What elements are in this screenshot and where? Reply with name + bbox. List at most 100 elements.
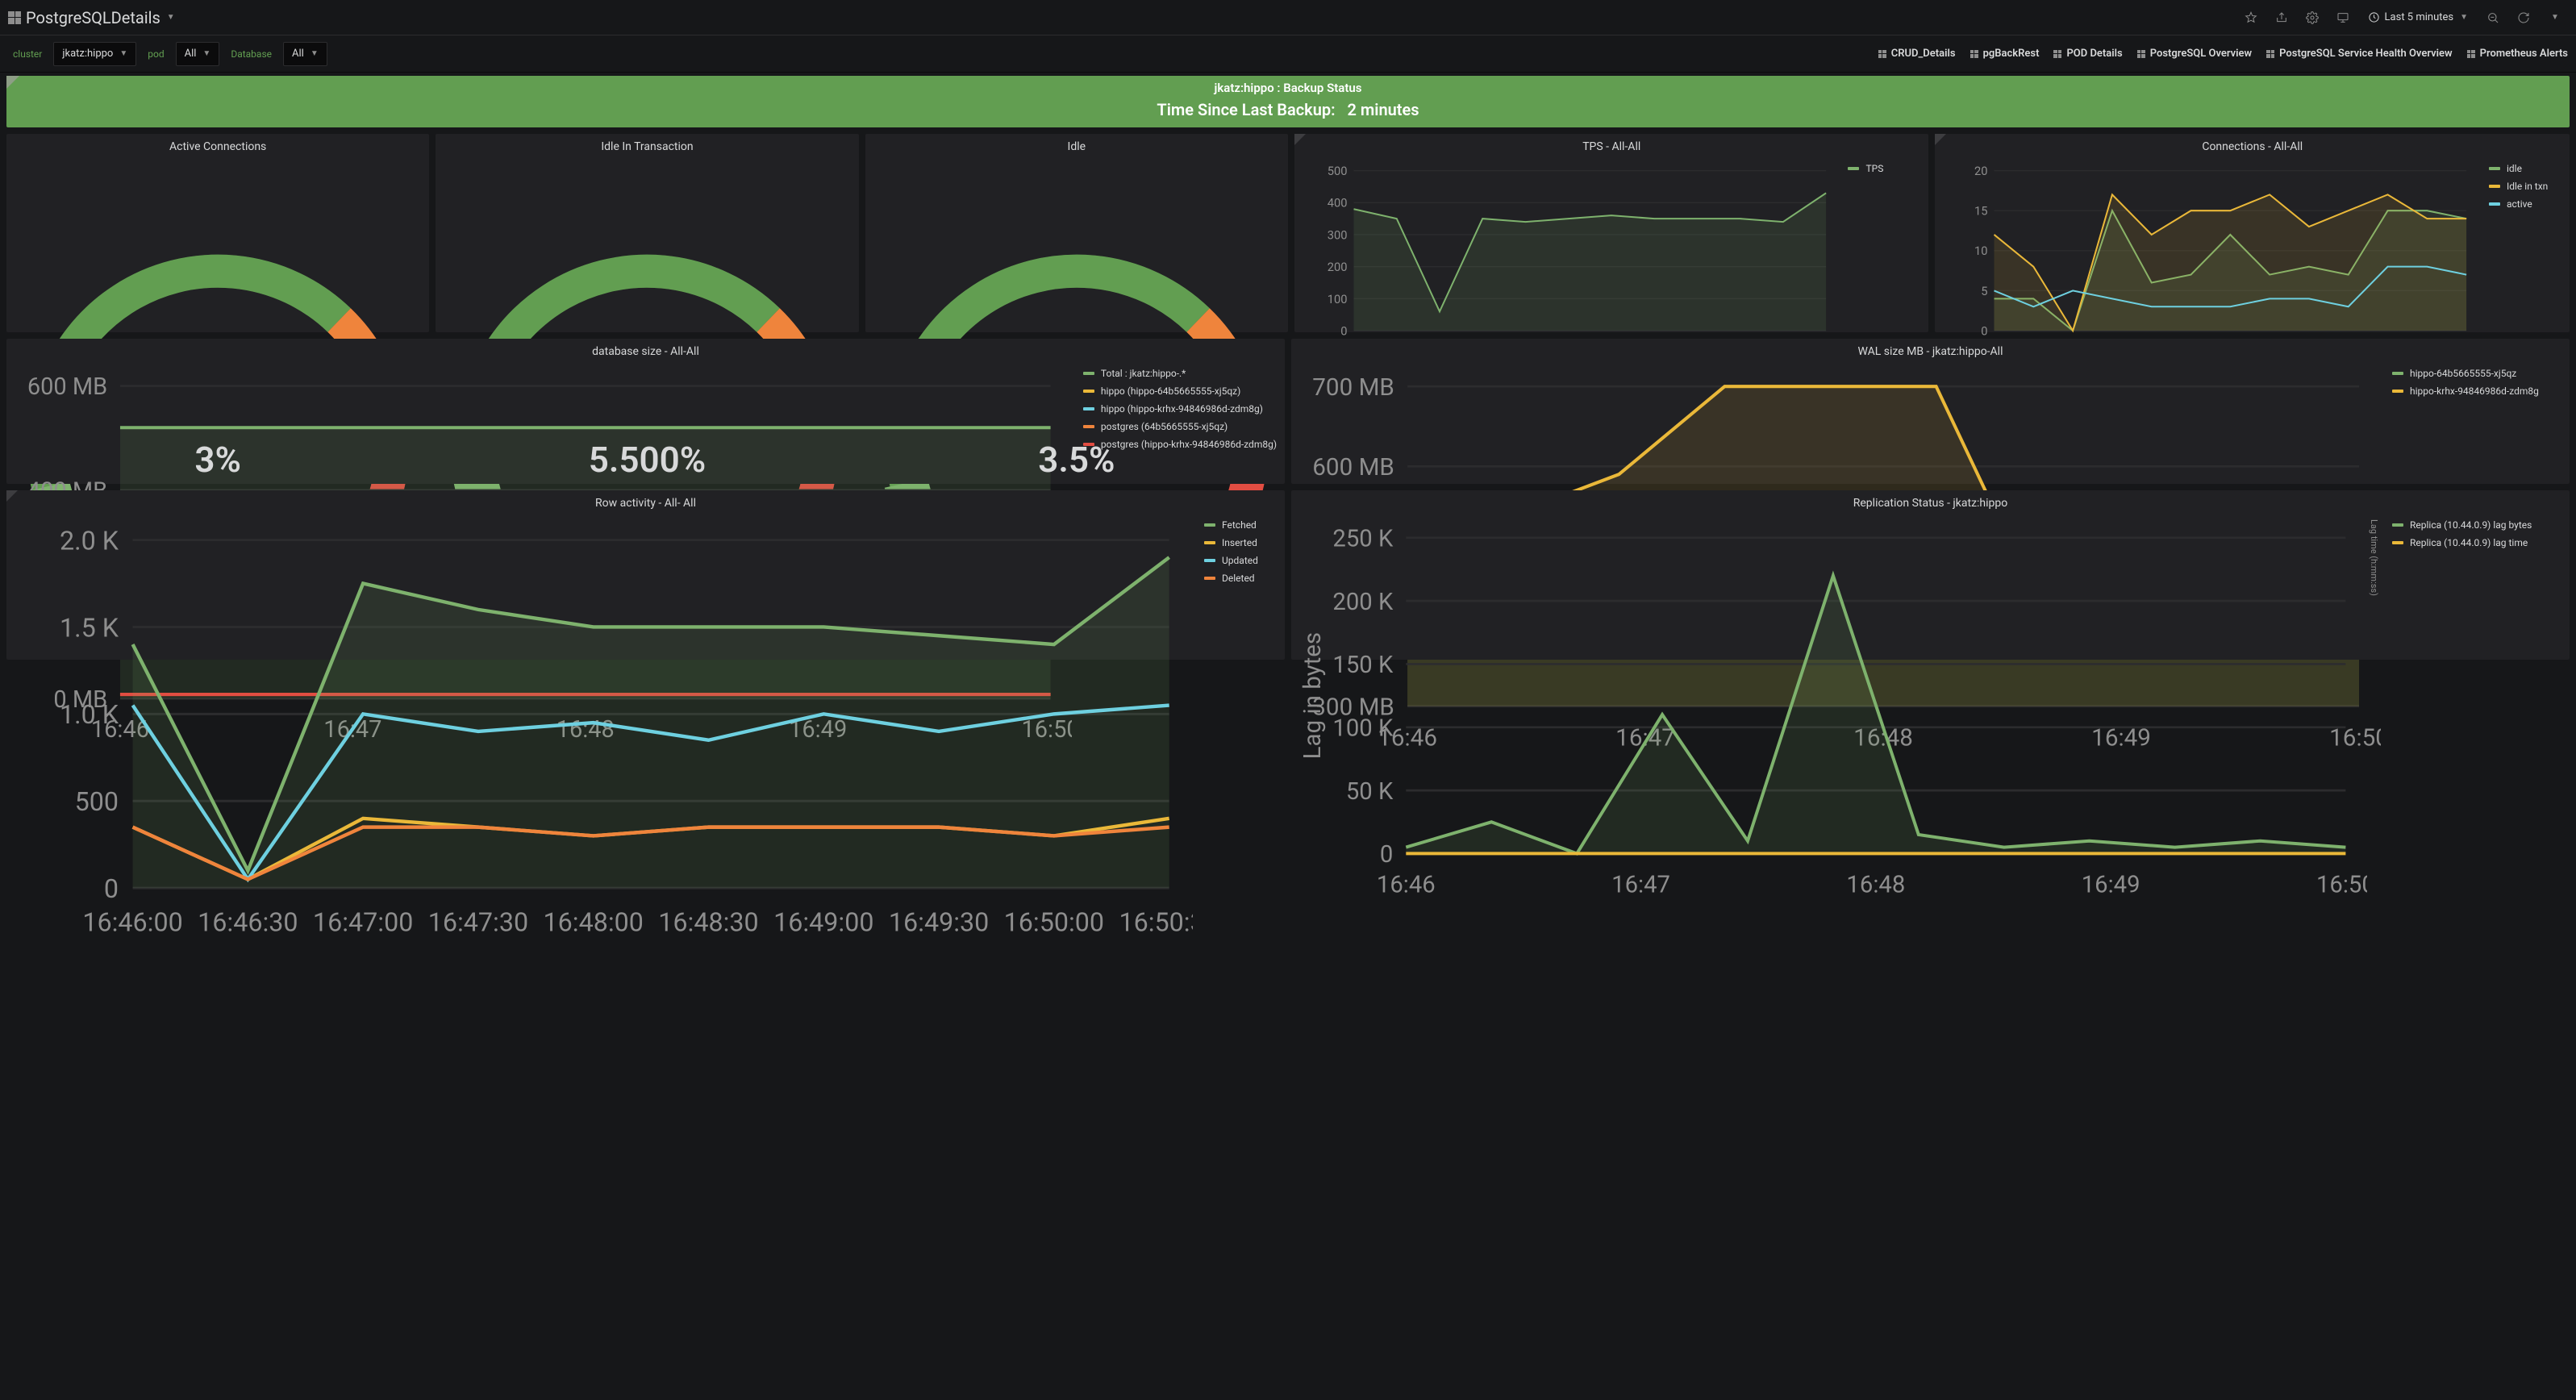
svg-text:0: 0 [104,873,119,904]
svg-text:0: 0 [1340,323,1347,338]
time-range-label: Last 5 minutes [2385,11,2454,23]
backup-status-panel: jkatz:hippo : Backup Status Time Since L… [6,76,2570,127]
svg-text:0: 0 [1982,323,1988,338]
svg-text:15: 15 [1974,204,1988,219]
svg-text:16:49: 16:49 [2082,872,2140,899]
svg-text:100 K: 100 K [1332,715,1393,742]
dashboard-title-group[interactable]: PostgreSQLDetails ▼ [8,8,175,27]
panel-title: database size - All-All [6,339,1285,361]
svg-text:16:48:00: 16:48:00 [544,906,644,937]
line-chart: 050 K100 K150 K200 K250 K16:4616:4716:48… [1294,516,2367,906]
svg-text:5: 5 [1982,284,1988,298]
svg-text:100: 100 [1328,292,1348,306]
panel-row-activity: Row activity - All- All 05001.0 K1.5 K2.… [6,490,1285,660]
legend-swatch [1083,372,1094,375]
legend-swatch [1083,390,1094,393]
gauge-value: 5.500% [589,439,707,481]
legend-item[interactable]: hippo-krhx-94846986d-zdm8g [2392,385,2561,397]
svg-text:16:48:30: 16:48:30 [658,906,758,937]
panel-title: Idle [865,134,1288,156]
svg-text:16:50:30: 16:50:30 [1119,906,1193,937]
svg-text:150 K: 150 K [1332,652,1393,679]
panel-title: WAL size MB - jkatz:hippo-All [1291,339,2570,361]
backup-status-value: Time Since Last Backup: 2 minutes [6,97,2570,127]
line-chart: 0510152016:4616:4816:50 [1938,160,2478,357]
legend-item[interactable]: idle [2489,163,2561,174]
dashboard-link[interactable]: pgBackRest [1970,48,2040,60]
svg-text:50 K: 50 K [1346,778,1394,806]
zoom-out-icon[interactable] [2479,6,2507,30]
panel-link-icon[interactable] [6,76,19,89]
panel-active-connections: Active Connections 3% [6,134,429,332]
monitor-icon[interactable] [2329,6,2357,30]
legend-item[interactable]: Total : jkatz:hippo-.* [1083,368,1277,379]
panel-link-icon[interactable] [1294,134,1306,145]
legend-item[interactable]: TPS [1848,163,1920,174]
svg-text:1.5 K: 1.5 K [60,612,119,643]
legend-swatch [2489,167,2500,170]
panel-title: jkatz:hippo : Backup Status [6,76,2570,97]
dashboard-link[interactable]: POD Details [2053,48,2122,60]
line-chart: 05001.0 K1.5 K2.0 K16:46:0016:46:3016:47… [10,516,1193,945]
panel-title: Active Connections [6,134,429,156]
grid-icon [2467,50,2475,58]
legend-item[interactable]: active [2489,198,2561,210]
dashboard-link[interactable]: CRUD_Details [1878,48,1956,60]
legend-item[interactable]: Idle in txn [2489,181,2561,192]
var-cluster-select[interactable]: jkatz:hippo▼ [53,42,136,66]
svg-text:600 MB: 600 MB [27,373,107,401]
svg-text:16:49:30: 16:49:30 [889,906,989,937]
legend-item[interactable]: Replica (10.44.0.9) lag time [2392,537,2561,548]
legend-item[interactable]: Fetched [1204,519,1277,531]
var-database-label: Database [226,48,277,60]
var-database-select[interactable]: All▼ [283,42,327,66]
line-chart: 010020030040050016:4616:4816:50 [1298,160,1837,357]
legend-item[interactable]: hippo (hippo-krhx-94846986d-zdm8g) [1083,403,1277,415]
svg-text:20: 20 [1974,164,1988,178]
legend-item[interactable]: hippo (hippo-64b5665555-xj5qz) [1083,385,1277,397]
grid-icon [2053,50,2061,58]
time-range-picker[interactable]: Last 5 minutes ▼ [2360,6,2476,30]
chevron-down-icon: ▼ [167,13,175,22]
refresh-interval-dropdown[interactable]: ▼ [2541,6,2568,30]
svg-text:1.0 K: 1.0 K [60,699,119,730]
refresh-icon[interactable] [2510,6,2537,30]
gauge-value: 3% [194,439,241,481]
legend-swatch [1204,541,1215,544]
panel-idle: Idle 3.5% [865,134,1288,332]
legend-item[interactable]: Inserted [1204,537,1277,548]
legend-swatch [2392,523,2403,527]
legend-item[interactable]: hippo-64b5665555-xj5qz [2392,368,2561,379]
legend-swatch [1848,167,1859,170]
panel-link-icon[interactable] [1935,134,1946,145]
svg-text:16:47: 16:47 [1611,872,1670,899]
legend-item[interactable]: Replica (10.44.0.9) lag bytes [2392,519,2561,531]
svg-text:16:47:00: 16:47:00 [313,906,413,937]
panel-title: TPS - All-All [1294,134,1929,156]
dashboard-link[interactable]: PostgreSQL Overview [2137,48,2252,60]
legend-item[interactable]: Deleted [1204,573,1277,584]
share-icon[interactable] [2268,6,2295,30]
var-pod-select[interactable]: All▼ [176,42,220,66]
svg-text:16:46:00: 16:46:00 [82,906,182,937]
star-icon[interactable] [2237,6,2265,30]
svg-text:500: 500 [75,786,119,817]
legend-item[interactable]: Updated [1204,555,1277,566]
panel-title: Row activity - All- All [6,490,1285,513]
panel-link-icon[interactable] [6,490,18,502]
svg-text:16:48: 16:48 [1846,872,1905,899]
svg-text:250 K: 250 K [1332,525,1393,552]
legend-item[interactable]: postgres (64b5665555-xj5qz) [1083,421,1277,432]
svg-text:500: 500 [1328,164,1348,178]
dashboard-link[interactable]: Prometheus Alerts [2467,48,2568,60]
svg-text:2.0 K: 2.0 K [60,525,119,556]
svg-text:300: 300 [1328,227,1348,242]
dashboard-link[interactable]: PostgreSQL Service Health Overview [2266,48,2452,60]
legend-swatch [1083,407,1094,410]
svg-text:0: 0 [1380,841,1393,869]
gear-icon[interactable] [2299,6,2326,30]
grid-icon [1970,50,1978,58]
svg-text:Lag in bytes: Lag in bytes [1299,632,1327,759]
svg-text:16:46: 16:46 [1377,872,1436,899]
grid-icon [2137,50,2145,58]
